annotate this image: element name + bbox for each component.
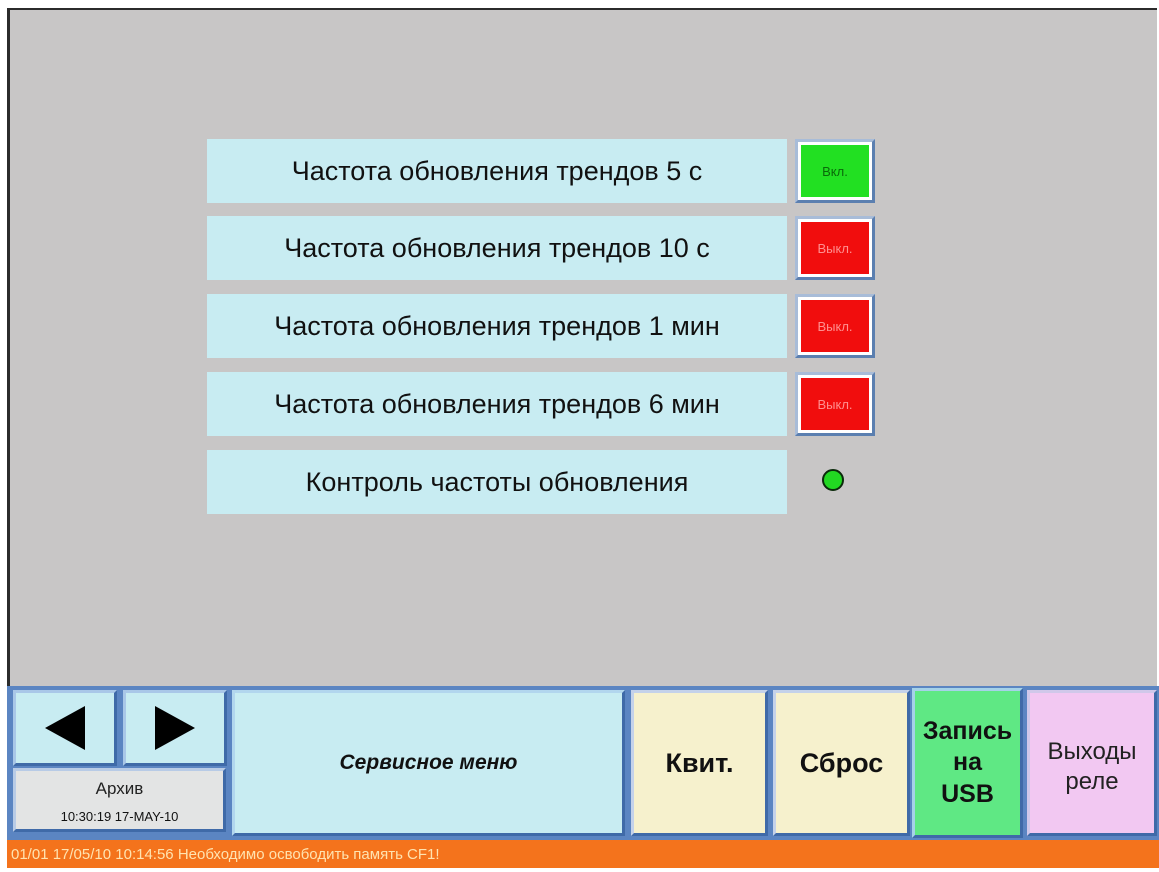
toggle-1min-state: Выкл. (801, 300, 869, 352)
arrow-right-icon (155, 706, 195, 750)
setting-label-control: Контроль частоты обновления (207, 450, 787, 514)
usb-record-line1: Запись (922, 717, 1013, 746)
arrow-left-icon (45, 706, 85, 750)
status-indicator-icon (822, 469, 844, 491)
relay-outputs-line1: Выходы (1047, 738, 1137, 765)
hmi-screen: Частота обновления трендов 5 с Вкл. Част… (0, 0, 1159, 872)
setting-label-6min: Частота обновления трендов 6 мин (207, 372, 787, 436)
toggle-6min-state: Выкл. (801, 378, 869, 430)
relay-outputs-line2: реле (1065, 768, 1119, 795)
archive-label: Архив (95, 779, 144, 798)
toggle-5s-state: Вкл. (801, 145, 869, 197)
prev-screen-button[interactable] (13, 690, 117, 766)
toggle-10s-state: Выкл. (801, 222, 869, 274)
alarm-message: 01/01 17/05/10 10:14:56 Необходимо освоб… (11, 845, 440, 863)
alarm-status-bar[interactable]: 01/01 17/05/10 10:14:56 Необходимо освоб… (7, 840, 1159, 868)
setting-label-1min: Частота обновления трендов 1 мин (207, 294, 787, 358)
setting-label-5s: Частота обновления трендов 5 с (207, 139, 787, 203)
acknowledge-button[interactable]: Квит. (631, 690, 768, 836)
archive-button[interactable]: Архив 10:30:19 17-MAY-10 (13, 768, 226, 832)
acknowledge-label: Квит. (665, 747, 734, 778)
service-menu-button[interactable]: Сервисное меню (232, 690, 625, 836)
usb-record-line3: USB (941, 779, 994, 808)
reset-label: Сброс (799, 747, 884, 778)
toggle-10s-button[interactable]: Выкл. (795, 216, 875, 280)
setting-label-10s: Частота обновления трендов 10 с (207, 216, 787, 280)
toggle-6min-button[interactable]: Выкл. (795, 372, 875, 436)
usb-record-button[interactable]: Запись на USB (912, 688, 1023, 838)
archive-timestamp: 10:30:19 17-MAY-10 (60, 809, 179, 824)
toggle-1min-button[interactable]: Выкл. (795, 294, 875, 358)
service-menu-label: Сервисное меню (339, 751, 518, 774)
next-screen-button[interactable] (123, 690, 227, 766)
toggle-5s-button[interactable]: Вкл. (795, 139, 875, 203)
usb-record-line2: на (952, 748, 982, 777)
relay-outputs-button[interactable]: Выходы реле (1027, 690, 1157, 836)
reset-button[interactable]: Сброс (773, 690, 910, 836)
